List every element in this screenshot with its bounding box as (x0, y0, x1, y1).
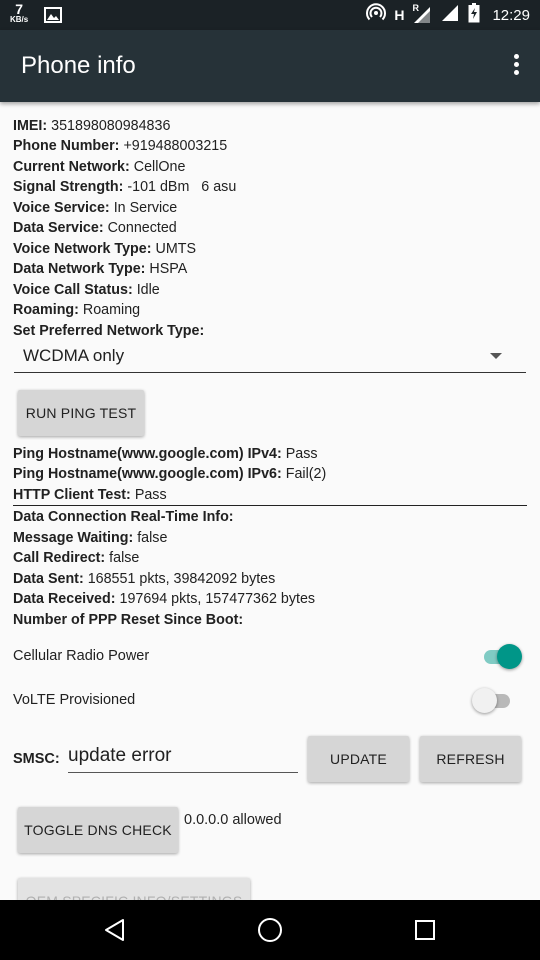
recents-icon[interactable] (385, 900, 465, 960)
info-row-imei: IMEI: 351898080984836 (13, 118, 171, 134)
battery-icon (468, 2, 480, 28)
toggle-dns-check-button[interactable]: TOGGLE DNS CHECK (18, 807, 178, 853)
smsc-label: SMSC: (13, 751, 60, 767)
info-row-data-sent: Data Sent: 168551 pkts, 39842092 bytes (13, 571, 276, 587)
info-row-current-network: Current Network: CellOne (13, 159, 186, 175)
switch-thumb (497, 644, 522, 669)
info-row-data-network-type: Data Network Type: HSPA (13, 261, 188, 277)
signal-roaming-icon: R (412, 3, 432, 25)
home-icon[interactable] (230, 900, 310, 960)
volte-provisioned-switch[interactable] (472, 687, 514, 713)
network-speed-unit: KB/s (10, 15, 29, 24)
status-icons: H R 12:29 (366, 0, 530, 30)
smsc-update-button[interactable]: UPDATE (308, 736, 409, 782)
dropdown-arrow-icon (490, 353, 502, 359)
network-type-indicator: H (394, 7, 405, 23)
info-row-roaming: Roaming: Roaming (13, 302, 141, 318)
oem-specific-info-button[interactable]: OEM SPECIFIC INFO/SETTINGS (18, 878, 250, 900)
preferred-network-selected: WCDMA only (23, 346, 125, 365)
network-speed: 7 KB/s (10, 2, 28, 24)
navigation-bar (0, 900, 540, 960)
smsc-field[interactable]: update error (68, 742, 298, 773)
smsc-value: update error (68, 745, 172, 766)
info-row-phone-number: Phone Number: +919488003215 (13, 138, 228, 154)
run-ping-test-button[interactable]: RUN PING TEST (18, 390, 144, 436)
smsc-refresh-button[interactable]: REFRESH (420, 736, 521, 782)
info-row-data-received: Data Received: 197694 pkts, 157477362 by… (13, 591, 316, 607)
dns-check-status: 0.0.0.0 allowed (184, 812, 282, 828)
info-row-data-service: Data Service: Connected (13, 220, 177, 236)
phone-info-content[interactable]: IMEI: 351898080984836 Phone Number: +919… (0, 102, 540, 900)
cellular-radio-power-label: Cellular Radio Power (13, 648, 150, 664)
divider (13, 505, 527, 506)
network-speed-value: 7 (15, 1, 24, 17)
status-bar: 7 KB/s H R 12:29 (0, 0, 540, 30)
info-row-ppp-reset: Number of PPP Reset Since Boot: (13, 612, 244, 628)
signal-icon (440, 3, 460, 28)
ping-ipv4-result: Ping Hostname(www.google.com) IPv4: Pass (13, 446, 318, 462)
info-row-signal-strength: Signal Strength: -101 dBm 6 asu (13, 179, 237, 195)
info-row-call-redirect: Call Redirect: false (13, 550, 140, 566)
switch-thumb (472, 688, 497, 713)
info-row-voice-service: Voice Service: In Service (13, 200, 178, 216)
info-row-voice-network-type: Voice Network Type: UMTS (13, 241, 197, 257)
data-connection-info-label: Data Connection Real-Time Info: (13, 509, 234, 525)
more-vert-icon[interactable] (510, 54, 522, 78)
image-notification-icon (44, 7, 62, 28)
clock: 12:29 (492, 6, 530, 24)
info-row-message-waiting: Message Waiting: false (13, 530, 168, 546)
info-row-voice-call-status: Voice Call Status: Idle (13, 282, 160, 298)
preferred-network-dropdown[interactable]: WCDMA only (14, 338, 526, 373)
volte-provisioned-label: VoLTE Provisioned (13, 692, 136, 708)
app-bar: Phone info (0, 30, 540, 102)
page-title: Phone info (21, 52, 136, 79)
back-icon[interactable] (75, 900, 155, 960)
http-client-test-result: HTTP Client Test: Pass (13, 487, 167, 503)
hotspot-icon (366, 2, 387, 28)
cellular-radio-power-switch[interactable] (482, 643, 522, 669)
ping-ipv6-result: Ping Hostname(www.google.com) IPv6: Fail… (13, 466, 327, 482)
